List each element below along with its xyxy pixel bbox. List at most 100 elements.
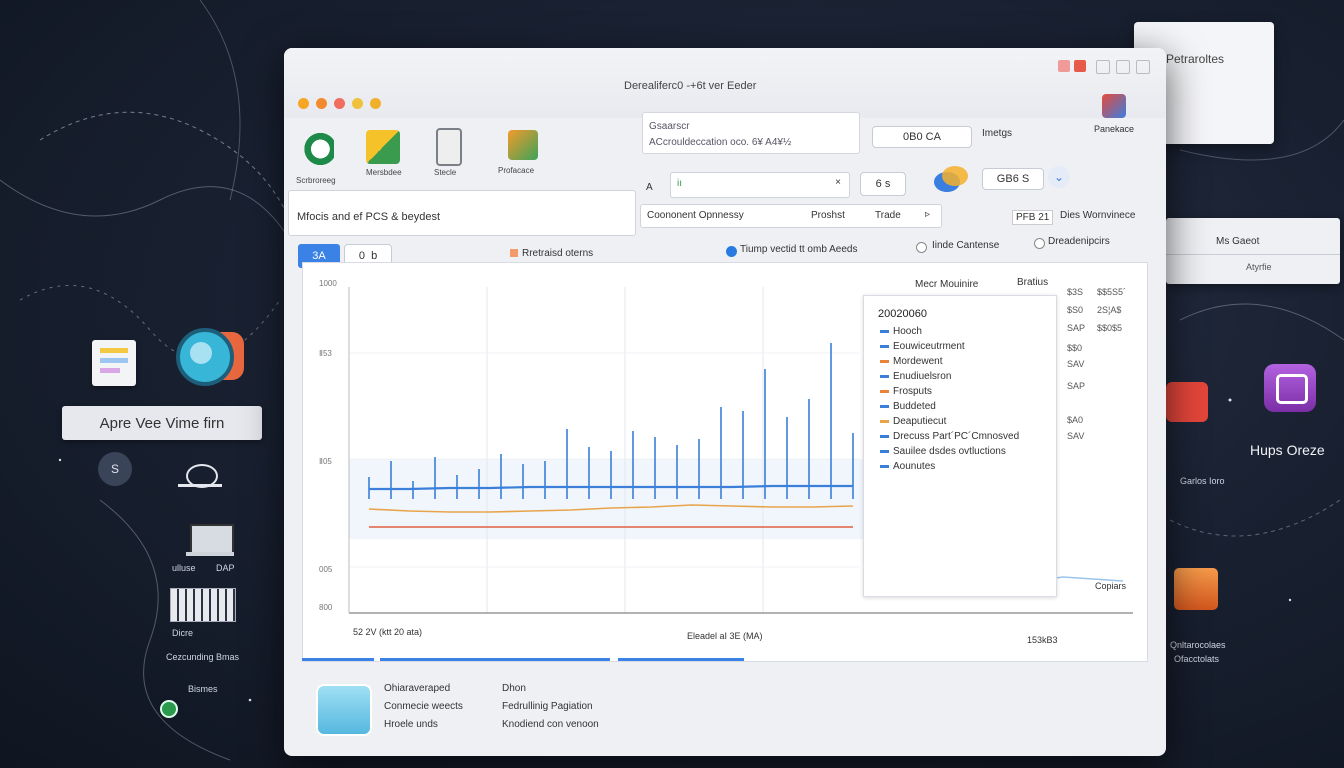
legend-swatch bbox=[880, 450, 889, 453]
radio-option-1-label: Tiump vectid tt omb Aeeds bbox=[740, 244, 858, 255]
desktop-camera-icon[interactable] bbox=[174, 326, 248, 386]
bottom-col2: Dhon Fedrullinig Pagiation Knodiend con … bbox=[502, 680, 599, 734]
legend-label: Enudiuelsron bbox=[893, 371, 952, 382]
x-mid-label: Eleadel aI 3E (MA) bbox=[687, 631, 763, 641]
tab-other-label: 0 bbox=[358, 250, 365, 262]
cloud-icon[interactable] bbox=[932, 166, 968, 194]
window-dot-orange-2[interactable] bbox=[316, 98, 327, 109]
desktop-laptop-label-left: ulluse bbox=[172, 563, 196, 573]
desktop-laptop-label-right: DAP bbox=[216, 563, 235, 573]
legend-item[interactable]: Enudiuelsron bbox=[880, 371, 951, 382]
chart-header-left: Mecr Mouinire bbox=[915, 279, 979, 290]
right-value-a: $S0 bbox=[1067, 305, 1084, 315]
y-tick-label-1000: 1000 bbox=[319, 279, 337, 288]
desktop-server-label: Dicre bbox=[172, 628, 194, 638]
window-minimize-button[interactable] bbox=[352, 98, 363, 109]
y-tick-label-4: 005 bbox=[319, 565, 333, 574]
desktop-notes-icon[interactable] bbox=[92, 340, 136, 386]
right-purple-app-icon[interactable] bbox=[1264, 364, 1316, 412]
filter-clear-icon[interactable]: × bbox=[835, 177, 841, 188]
desktop-computing-label: Cezcunding Bmas bbox=[166, 652, 240, 662]
chart-panel[interactable]: Mecr Mouinire Bratius 20020060 Hooch Eouw… bbox=[302, 262, 1148, 662]
right-value-a: SAP bbox=[1067, 323, 1086, 333]
legend-title: 20020060 bbox=[878, 308, 927, 320]
toolbar-stecle-icon[interactable] bbox=[436, 128, 462, 166]
window-close-button[interactable] bbox=[334, 98, 345, 109]
option-retained: Rretraisd oterns bbox=[522, 248, 594, 259]
legend-label: Hooch bbox=[893, 326, 922, 337]
legend-item[interactable]: Deaputiecut bbox=[880, 416, 946, 427]
year-pill[interactable]: PFB 21 bbox=[1012, 210, 1054, 225]
legend-label: Drecuss Part´PC´Cmnosved bbox=[893, 431, 1020, 442]
y-tick-label-5: 800 bbox=[319, 603, 333, 612]
description-field[interactable]: Mfocis and ef PCS & beydest bbox=[288, 190, 636, 236]
sort-field[interactable]: Coononent Opnnessy Proshst Trade ▹ bbox=[640, 204, 942, 228]
sort-field-label: Coononent Opnnessy bbox=[647, 210, 744, 221]
right-mini-title: Ms Gaeot bbox=[1216, 236, 1260, 247]
desktop-s-badge[interactable]: S bbox=[98, 452, 132, 486]
dims-text: Dies Wornvinece bbox=[1060, 210, 1136, 221]
right-bottom-app-sub: Ofacctolats bbox=[1174, 654, 1220, 664]
legend-swatch bbox=[880, 465, 889, 468]
right-value-b: $$5S5´ bbox=[1097, 287, 1127, 297]
right-app-label: Hups Oreze bbox=[1250, 442, 1325, 458]
bottom-col1-1: Ohiaraveraped bbox=[384, 683, 451, 694]
legend-swatch bbox=[880, 420, 889, 423]
header-pill[interactable]: 0B0 CA bbox=[872, 126, 972, 148]
desktop-laptop-icon[interactable] bbox=[186, 524, 234, 560]
toolbar-profacace-label: Profacace bbox=[498, 166, 535, 175]
bottom-col2-2[interactable]: Fedrullinig Pagiation bbox=[502, 698, 599, 716]
radio-option-2-label: Iinde Cantense bbox=[932, 240, 1000, 251]
desktop-drone-icon[interactable] bbox=[178, 460, 222, 496]
legend-label: Aounutes bbox=[893, 461, 936, 472]
sort-field-trade: Trade bbox=[875, 210, 901, 221]
desktop-bismes-label: Bismes bbox=[188, 684, 218, 694]
desktop-server-icon[interactable] bbox=[170, 588, 236, 622]
legend-item[interactable]: Buddeted bbox=[880, 401, 936, 412]
retained-swatch bbox=[510, 249, 518, 257]
right-bottom-app-label: Qnltarocolaes bbox=[1170, 640, 1226, 650]
right-orange-app-icon[interactable] bbox=[1174, 568, 1218, 610]
filter-field[interactable]: iı × bbox=[670, 172, 850, 198]
right-value-a: $A0 bbox=[1067, 415, 1084, 425]
legend-item[interactable]: Mordewent bbox=[880, 356, 942, 367]
legend-item[interactable]: Frosputs bbox=[880, 386, 932, 397]
window-zoom-button[interactable] bbox=[370, 98, 381, 109]
right-app-sub: Garlos Ioro bbox=[1180, 476, 1225, 486]
radio-option-1[interactable] bbox=[726, 246, 737, 257]
filter-field-value: iı bbox=[677, 178, 682, 189]
header-app-icon[interactable] bbox=[1102, 94, 1126, 118]
sort-field-arrow-icon[interactable]: ▹ bbox=[925, 209, 930, 220]
bottom-app-icon[interactable] bbox=[316, 684, 372, 736]
toolbar-mersbdee-icon[interactable] bbox=[366, 130, 400, 164]
toolbar-side-label: Panekace bbox=[1094, 124, 1135, 134]
filter-code-pill[interactable]: 6 s bbox=[860, 172, 906, 196]
window-dot-orange[interactable] bbox=[298, 98, 309, 109]
legend-label: Sauilee dsdes ovtluctions bbox=[893, 446, 1006, 457]
toolbar-profacace-icon[interactable] bbox=[508, 130, 538, 160]
legend-item[interactable]: Hooch bbox=[880, 326, 922, 337]
tab-other-arrow: b bbox=[371, 250, 378, 262]
radio-option-3[interactable] bbox=[1034, 238, 1045, 249]
legend-label: Frosputs bbox=[893, 386, 932, 397]
gb-pill[interactable]: GB6 S bbox=[982, 168, 1044, 190]
legend-item[interactable]: Sauilee dsdes ovtluctions bbox=[880, 446, 1006, 457]
main-window[interactable]: Derealiferc0 -+6t ver Eeder Scrbroreeg M… bbox=[284, 48, 1166, 756]
desktop-launcher-label[interactable]: Apre Vee Vime firn bbox=[62, 406, 262, 440]
radio-option-2[interactable] bbox=[916, 242, 927, 253]
y-tick-label-2: Ⅱ53 bbox=[319, 349, 332, 358]
search-box[interactable]: Gsaarscr ACcrouldeccation oco. 6¥ A4¥½ bbox=[642, 112, 860, 154]
right-value-a: SAP bbox=[1067, 381, 1086, 391]
legend-swatch bbox=[880, 330, 889, 333]
legend-item[interactable]: Aounutes bbox=[880, 461, 935, 472]
bottom-col2-3[interactable]: Knodiend con venoon bbox=[502, 716, 599, 734]
right-mini-bar[interactable]: Ms Gaeot Atyrfie bbox=[1166, 218, 1340, 284]
legend-item[interactable]: Eouwiceutrment bbox=[880, 341, 965, 352]
right-red-app-icon[interactable] bbox=[1166, 382, 1208, 422]
legend-item[interactable]: Drecuss Part´PC´Cmnosved bbox=[880, 431, 1019, 442]
legend-swatch bbox=[880, 390, 889, 393]
toolbar-scrbroreeg-icon[interactable] bbox=[300, 132, 334, 166]
legend-swatch bbox=[880, 405, 889, 408]
titlebar-controls[interactable] bbox=[1058, 60, 1150, 74]
chevron-down-icon[interactable]: ⌄ bbox=[1048, 166, 1070, 188]
